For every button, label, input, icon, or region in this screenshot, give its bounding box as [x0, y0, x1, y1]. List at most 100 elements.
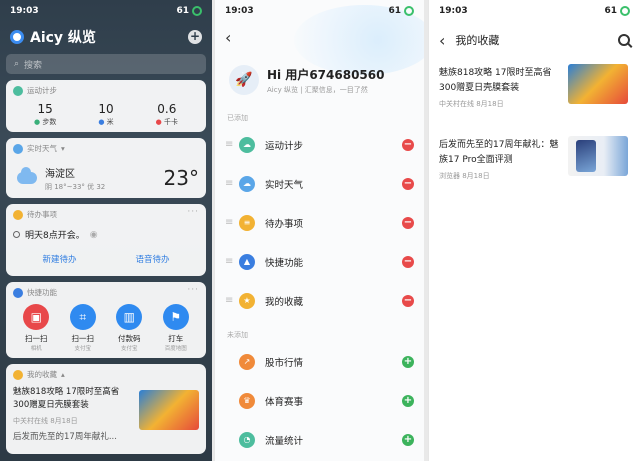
card-header: 我的收藏 [27, 370, 57, 379]
search-input[interactable]: ⌕ 搜索 [6, 54, 206, 74]
step-distance: 10 ● 米 [98, 102, 114, 126]
weather-card[interactable]: 实时天气 ▾ 海淀区阴 18°~33° 优 32 23° [6, 138, 206, 198]
widget-icon: ♛ [239, 392, 255, 409]
widget-row[interactable]: ≡ ☁ 实时天气 − [215, 164, 424, 203]
overview-panel: 19:03 61 Aicy 纵览 + ⌕ 搜索 运动计步 15 ● 步数 10 ● … [0, 0, 212, 461]
article-thumbnail [568, 136, 628, 176]
favorite-next-title[interactable]: 后发而先至的17周年献礼... [13, 431, 133, 444]
widget-icon: ▲ [239, 253, 255, 270]
user-name: Hi 用户674680560 [267, 67, 385, 82]
back-icon[interactable]: ‹ [439, 31, 445, 50]
quick-card[interactable]: 快捷功能 ··· ▣ 扫一扫 相机 ⌗ 扫一扫 支付宝 ▥ 付款码 支付宝 ⚑ 打车 百度地图 [6, 282, 206, 358]
card-header: 实时天气 [27, 144, 57, 153]
article-item[interactable]: 魅族818攻略 17限时至高省300赠夏日壳膜套装 中关村在线 8月18日 [429, 64, 640, 126]
page-title: 我的收藏 [455, 34, 500, 47]
card-header: 运动计步 [27, 86, 57, 95]
widget-row[interactable]: ≡ ☁ 运动计步 − [215, 125, 424, 164]
drag-handle-icon[interactable]: ≡ [225, 178, 237, 189]
battery-level: 61 [604, 6, 617, 16]
widget-label: 我的收藏 [265, 296, 304, 308]
widget-row[interactable]: ≡ ≡ 待办事项 − [215, 203, 424, 242]
quick-item-scan-camera[interactable]: ▣ 扫一扫 相机 [16, 304, 56, 352]
app-title: Aicy 纵览 [30, 30, 96, 46]
status-time: 19:03 [225, 6, 254, 16]
battery-level: 61 [176, 6, 189, 16]
weather-temperature: 23° [163, 166, 199, 190]
loading-ring-icon [620, 6, 630, 16]
widget-row[interactable]: ≡◔流量统计+ [215, 420, 424, 459]
weather-range: 阴 18°~33° 优 32 [45, 182, 106, 191]
voice-todo-button[interactable]: 语音待办 [135, 253, 169, 265]
remove-button[interactable]: − [402, 255, 414, 268]
remove-button[interactable]: − [402, 177, 414, 190]
add-button[interactable]: + [402, 433, 414, 446]
back-icon[interactable]: ‹ [215, 22, 424, 53]
drag-handle-icon[interactable]: ≡ [225, 256, 237, 267]
todo-card[interactable]: 待办事项 ··· 明天8点开会。 ◉ 新建待办 语音待办 [6, 204, 206, 276]
chevron-up-icon: ▴ [61, 370, 65, 379]
status-bar: 19:03 61 [0, 0, 212, 22]
article-title: 魅族818攻略 17限时至高省300赠夏日壳膜套装 [439, 68, 552, 93]
add-button[interactable]: + [402, 355, 414, 368]
widget-label: 运动计步 [265, 140, 304, 152]
article-title: 后发而先至的17周年献礼：魅族17 Pro全面评测 [439, 140, 559, 165]
loading-ring-icon [192, 6, 202, 16]
article-item[interactable]: 后发而先至的17周年献礼：魅族17 Pro全面评测 浏览器 8月18日 [429, 136, 640, 198]
remove-button[interactable]: − [402, 216, 414, 229]
widget-icon: ★ [239, 292, 255, 309]
quick-item-scan-alipay[interactable]: ⌗ 扫一扫 支付宝 [63, 304, 103, 352]
drag-handle-icon[interactable]: ≡ [225, 217, 237, 228]
card-header: 快捷功能 [27, 288, 57, 297]
added-section-label: 已添加 [227, 114, 248, 122]
widget-row[interactable]: ≡ ★ 我的收藏 − [215, 281, 424, 320]
status-time: 19:03 [10, 6, 39, 16]
more-icon[interactable]: ··· [187, 207, 199, 217]
favorite-thumbnail[interactable] [139, 390, 199, 430]
todo-item[interactable]: 明天8点开会。 ◉ [13, 228, 199, 241]
widget-label: 流量统计 [265, 435, 304, 447]
widget-icon: ≡ [239, 214, 255, 231]
unadded-section-label: 未添加 [227, 331, 248, 339]
widget-row[interactable]: ≡♛体育赛事+ [215, 381, 424, 420]
widget-label: 实时天气 [265, 179, 304, 191]
favorites-panel: 19:03 61 ‹ 我的收藏 魅族818攻略 17限时至高省300赠夏日壳膜套… [428, 0, 640, 461]
voice-icon: ◉ [89, 229, 98, 240]
widget-row[interactable]: ≡↗股市行情+ [215, 342, 424, 381]
app-logo-icon [10, 30, 24, 44]
widget-icon: ☁ [239, 136, 255, 153]
favorite-title[interactable]: 魅族818攻略 17限时至高省300赠夏日壳膜套装 [13, 386, 133, 412]
quick-item-taxi[interactable]: ⚑ 打车 百度地图 [156, 304, 196, 352]
new-todo-button[interactable]: 新建待办 [42, 253, 76, 265]
widget-row[interactable]: ≡ ▲ 快捷功能 − [215, 242, 424, 281]
cloud-icon [17, 167, 37, 184]
widget-icon: ☁ [239, 175, 255, 192]
widget-label: 待办事项 [265, 218, 304, 230]
steps-card[interactable]: 运动计步 15 ● 步数 10 ● 米 0.6 ● 千卡 [6, 80, 206, 132]
widget-icon: ◔ [239, 431, 255, 448]
barcode-icon: ▥ [116, 304, 143, 330]
step-count: 15 ● 步数 [33, 102, 57, 126]
favorites-card[interactable]: 我的收藏 ▴ 魅族818攻略 17限时至高省300赠夏日壳膜套装 中关村在线 8月… [6, 364, 206, 454]
quick-item-paycode[interactable]: ▥ 付款码 支付宝 [109, 304, 149, 352]
status-time: 19:03 [439, 6, 468, 16]
drag-handle-icon[interactable]: ≡ [225, 139, 237, 150]
add-widget-button[interactable]: + [188, 30, 202, 44]
more-icon[interactable]: ··· [187, 285, 199, 295]
battery-level: 61 [388, 6, 401, 16]
todo-checkbox[interactable] [13, 231, 20, 238]
search-icon[interactable] [618, 34, 630, 46]
article-thumbnail [568, 64, 628, 104]
rocket-avatar-icon: 🚀 [229, 65, 259, 95]
remove-button[interactable]: − [402, 138, 414, 151]
remove-button[interactable]: − [402, 294, 414, 307]
drag-handle-icon[interactable]: ≡ [225, 295, 237, 306]
widget-label: 体育赛事 [265, 396, 304, 408]
add-button[interactable]: + [402, 394, 414, 407]
loading-ring-icon [404, 6, 414, 16]
star-icon [13, 369, 23, 380]
search-icon: ⌕ [14, 59, 20, 69]
status-bar: 19:03 61 [215, 0, 424, 22]
widget-label: 快捷功能 [265, 257, 304, 269]
todo-icon [13, 209, 23, 220]
card-header: 待办事项 [27, 210, 57, 219]
